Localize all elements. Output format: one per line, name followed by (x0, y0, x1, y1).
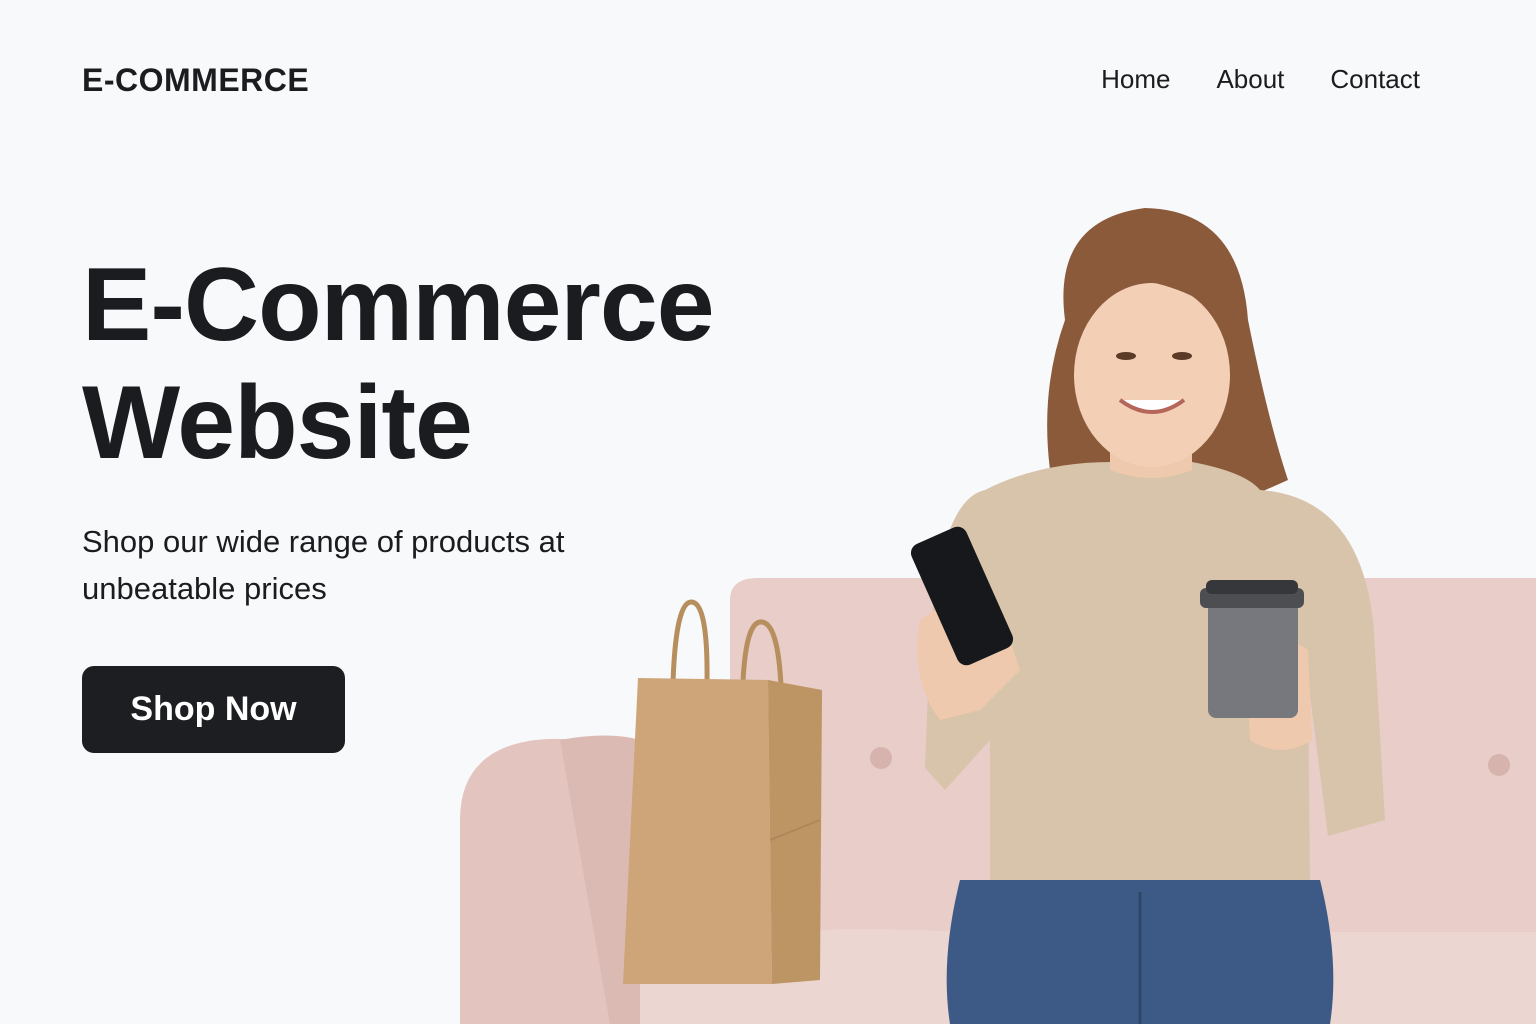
site-logo[interactable]: E-COMMERCE (82, 62, 309, 99)
nav-link-contact[interactable]: Contact (1330, 64, 1420, 95)
hero-illustration (460, 208, 1536, 1024)
main-nav: Home About Contact (1101, 64, 1420, 95)
woman-image (910, 208, 1385, 1024)
shop-now-button[interactable]: Shop Now (82, 666, 345, 753)
landing-page: E-COMMERCE Home About Contact E-Commerce… (0, 0, 1536, 1024)
nav-link-about[interactable]: About (1216, 64, 1284, 95)
nav-link-home[interactable]: Home (1101, 64, 1170, 95)
